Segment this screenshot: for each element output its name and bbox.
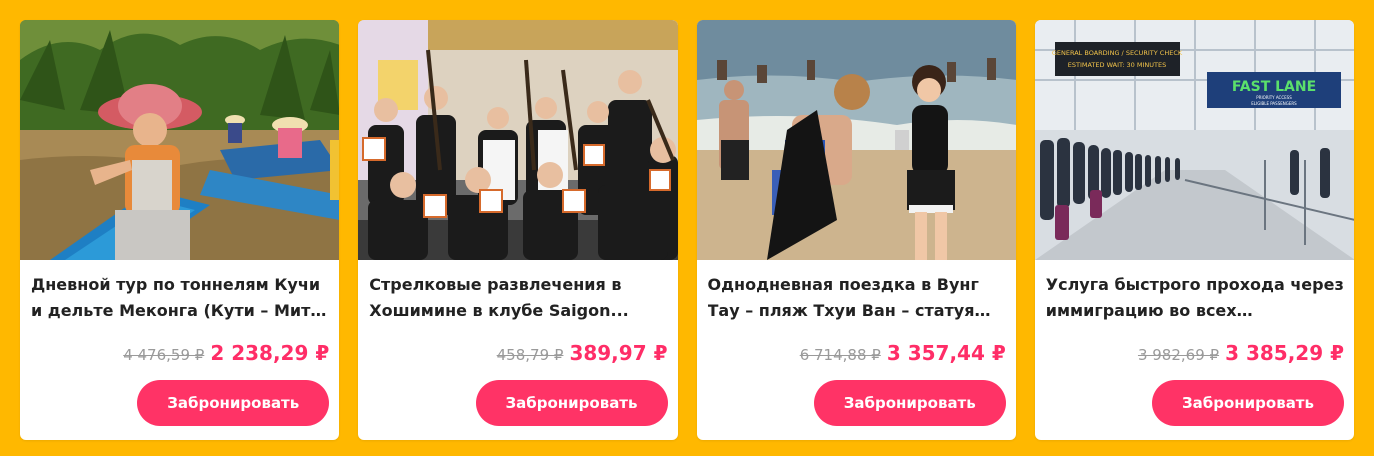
book-button[interactable]: Забронировать — [813, 380, 1006, 426]
tour-title[interactable]: Дневной тур по тоннелям Кучи и дельте Ме… — [31, 272, 331, 324]
tour-photo-shooting[interactable] — [358, 20, 678, 260]
old-price: 6 714,88 ₽ — [799, 346, 881, 364]
new-price: 2 238,29 ₽ — [210, 341, 330, 365]
tour-title[interactable]: Однодневная поездка в Вунг Тау – пляж Тх… — [708, 272, 1008, 324]
tour-card[interactable]: Дневной тур по тоннелям Кучи и дельте Ме… — [20, 20, 340, 440]
tour-title[interactable]: Стрелковые развлечения в Хошимине в клуб… — [369, 272, 669, 324]
tour-title[interactable]: Услуга быстрого прохода через иммиграцию… — [1046, 272, 1346, 324]
beach-image — [696, 20, 1016, 260]
airport-board-line2: ESTIMATED WAIT: 30 MINUTES — [1068, 61, 1166, 69]
airport-board-line1: GENERAL BOARDING / SECURITY CHECK — [1052, 49, 1183, 57]
tour-photo-mekong[interactable] — [20, 20, 340, 260]
old-price: 4 476,59 ₽ — [123, 346, 205, 364]
price-row: 3 982,69 ₽ 3 385,29 ₽ — [1138, 341, 1344, 365]
airport-fast-lane-image: GENERAL BOARDING / SECURITY CHECK ESTIMA… — [1034, 20, 1354, 260]
price-row: 458,79 ₽ 389,97 ₽ — [497, 341, 668, 365]
fast-lane-sign: FAST LANE — [1232, 79, 1316, 95]
new-price: 3 357,44 ₽ — [886, 341, 1006, 365]
price-row: 6 714,88 ₽ 3 357,44 ₽ — [800, 341, 1006, 365]
book-button[interactable]: Забронировать — [475, 380, 668, 426]
book-button[interactable]: Забронировать — [137, 380, 330, 426]
new-price: 3 385,29 ₽ — [1225, 341, 1344, 365]
fast-lane-sub2: ELIGIBLE PASSENGERS — [1251, 101, 1297, 106]
old-price: 3 982,69 ₽ — [1137, 346, 1220, 364]
book-button[interactable]: Забронировать — [1152, 380, 1344, 426]
old-price: 458,79 ₽ — [496, 346, 564, 364]
tour-photo-beach[interactable] — [696, 20, 1016, 260]
tour-card[interactable]: GENERAL BOARDING / SECURITY CHECK ESTIMA… — [1034, 20, 1354, 440]
tour-card-list: Дневной тур по тоннелям Кучи и дельте Ме… — [20, 20, 1354, 440]
fast-lane-sub1: PRIORITY ACCESS — [1256, 95, 1292, 100]
mekong-boat-image — [20, 20, 340, 260]
tour-card[interactable]: Стрелковые развлечения в Хошимине в клуб… — [358, 20, 678, 440]
shooting-club-image — [358, 20, 678, 260]
tour-photo-airport[interactable]: GENERAL BOARDING / SECURITY CHECK ESTIMA… — [1034, 20, 1354, 260]
price-row: 4 476,59 ₽ 2 238,29 ₽ — [123, 341, 329, 365]
new-price: 389,97 ₽ — [569, 341, 668, 365]
tour-card[interactable]: Однодневная поездка в Вунг Тау – пляж Тх… — [696, 20, 1016, 440]
